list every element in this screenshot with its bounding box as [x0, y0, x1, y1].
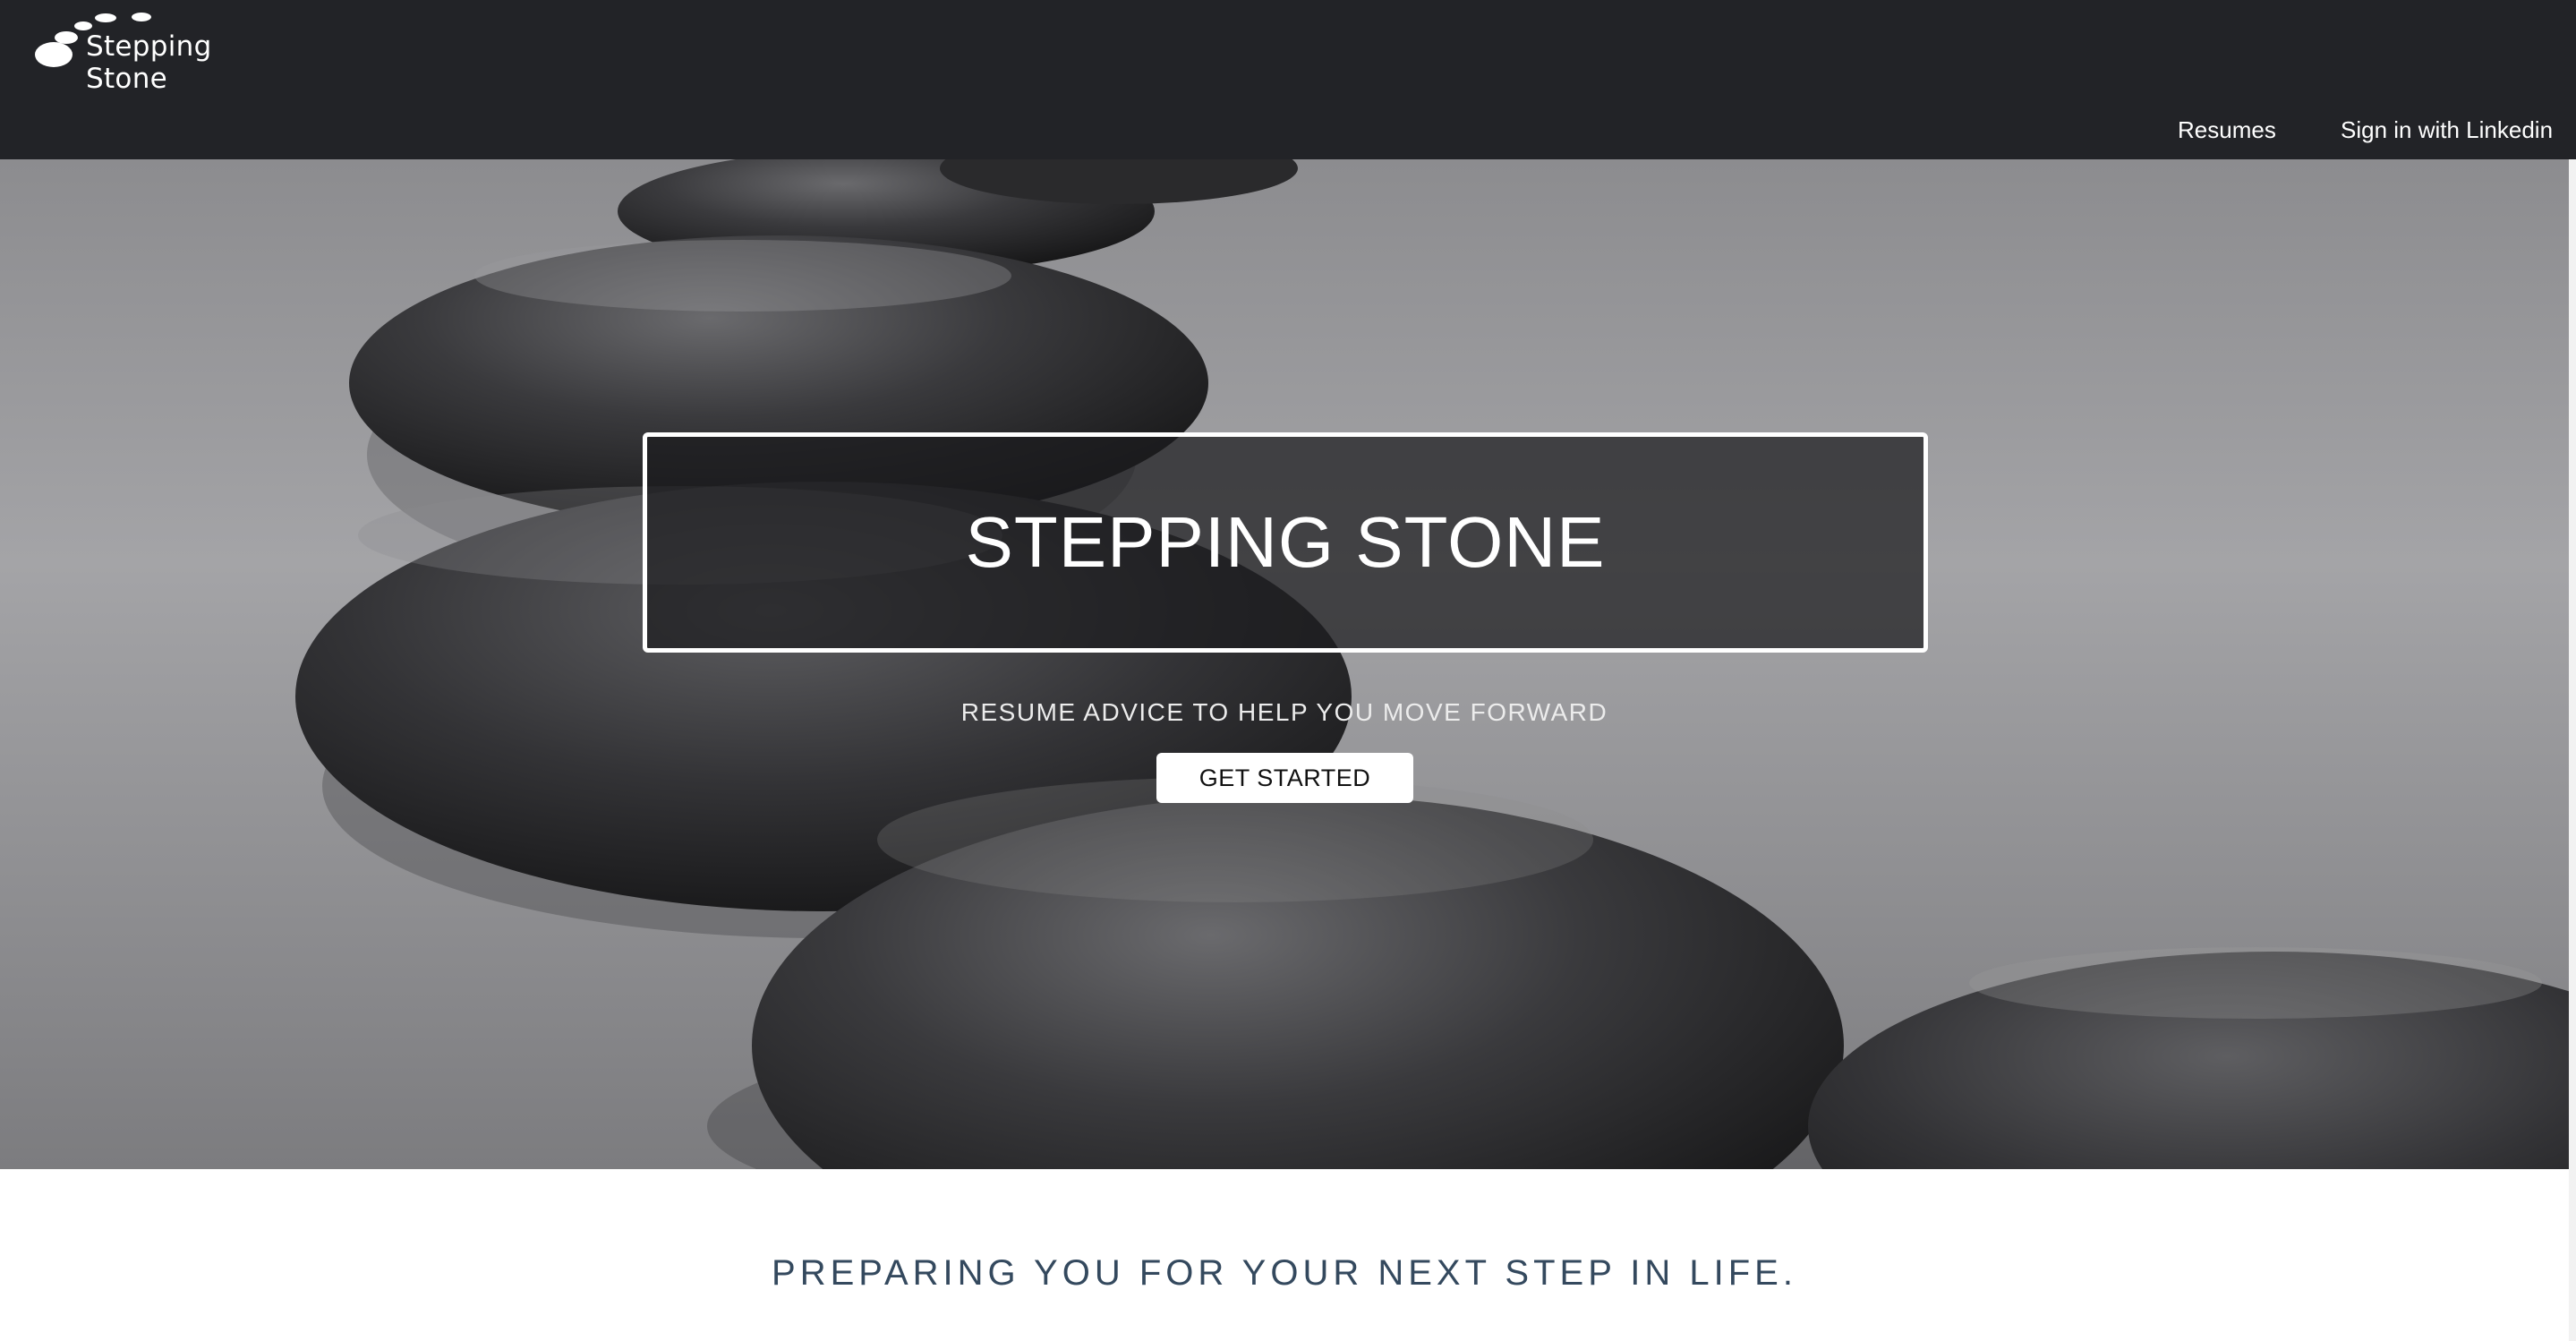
page-scrollbar-track[interactable]	[2569, 159, 2576, 1341]
nav-link-resumes[interactable]: Resumes	[2178, 116, 2276, 144]
hero-stones-background	[0, 159, 2569, 1169]
page: Stepping Stone Resumes Sign in with Link…	[0, 0, 2576, 1341]
brand-logo[interactable]: Stepping Stone	[34, 9, 285, 95]
hero-title-box: STEPPING STONE	[643, 432, 1928, 653]
hero-banner: STEPPING STONE RESUME ADVICE TO HELP YOU…	[0, 159, 2569, 1169]
section-heading: PREPARING YOU FOR YOUR NEXT STEP IN LIFE…	[772, 1253, 1797, 1293]
top-navbar: Stepping Stone Resumes Sign in with Link…	[0, 0, 2576, 159]
get-started-button[interactable]: GET STARTED	[1156, 753, 1413, 803]
hero-title: STEPPING STONE	[965, 502, 1606, 582]
nav-link-sign-in-linkedin[interactable]: Sign in with Linkedin	[2341, 116, 2553, 144]
hero-tagline: RESUME ADVICE TO HELP YOU MOVE FORWARD	[960, 698, 1608, 726]
brand-name: Stepping Stone	[86, 30, 212, 95]
